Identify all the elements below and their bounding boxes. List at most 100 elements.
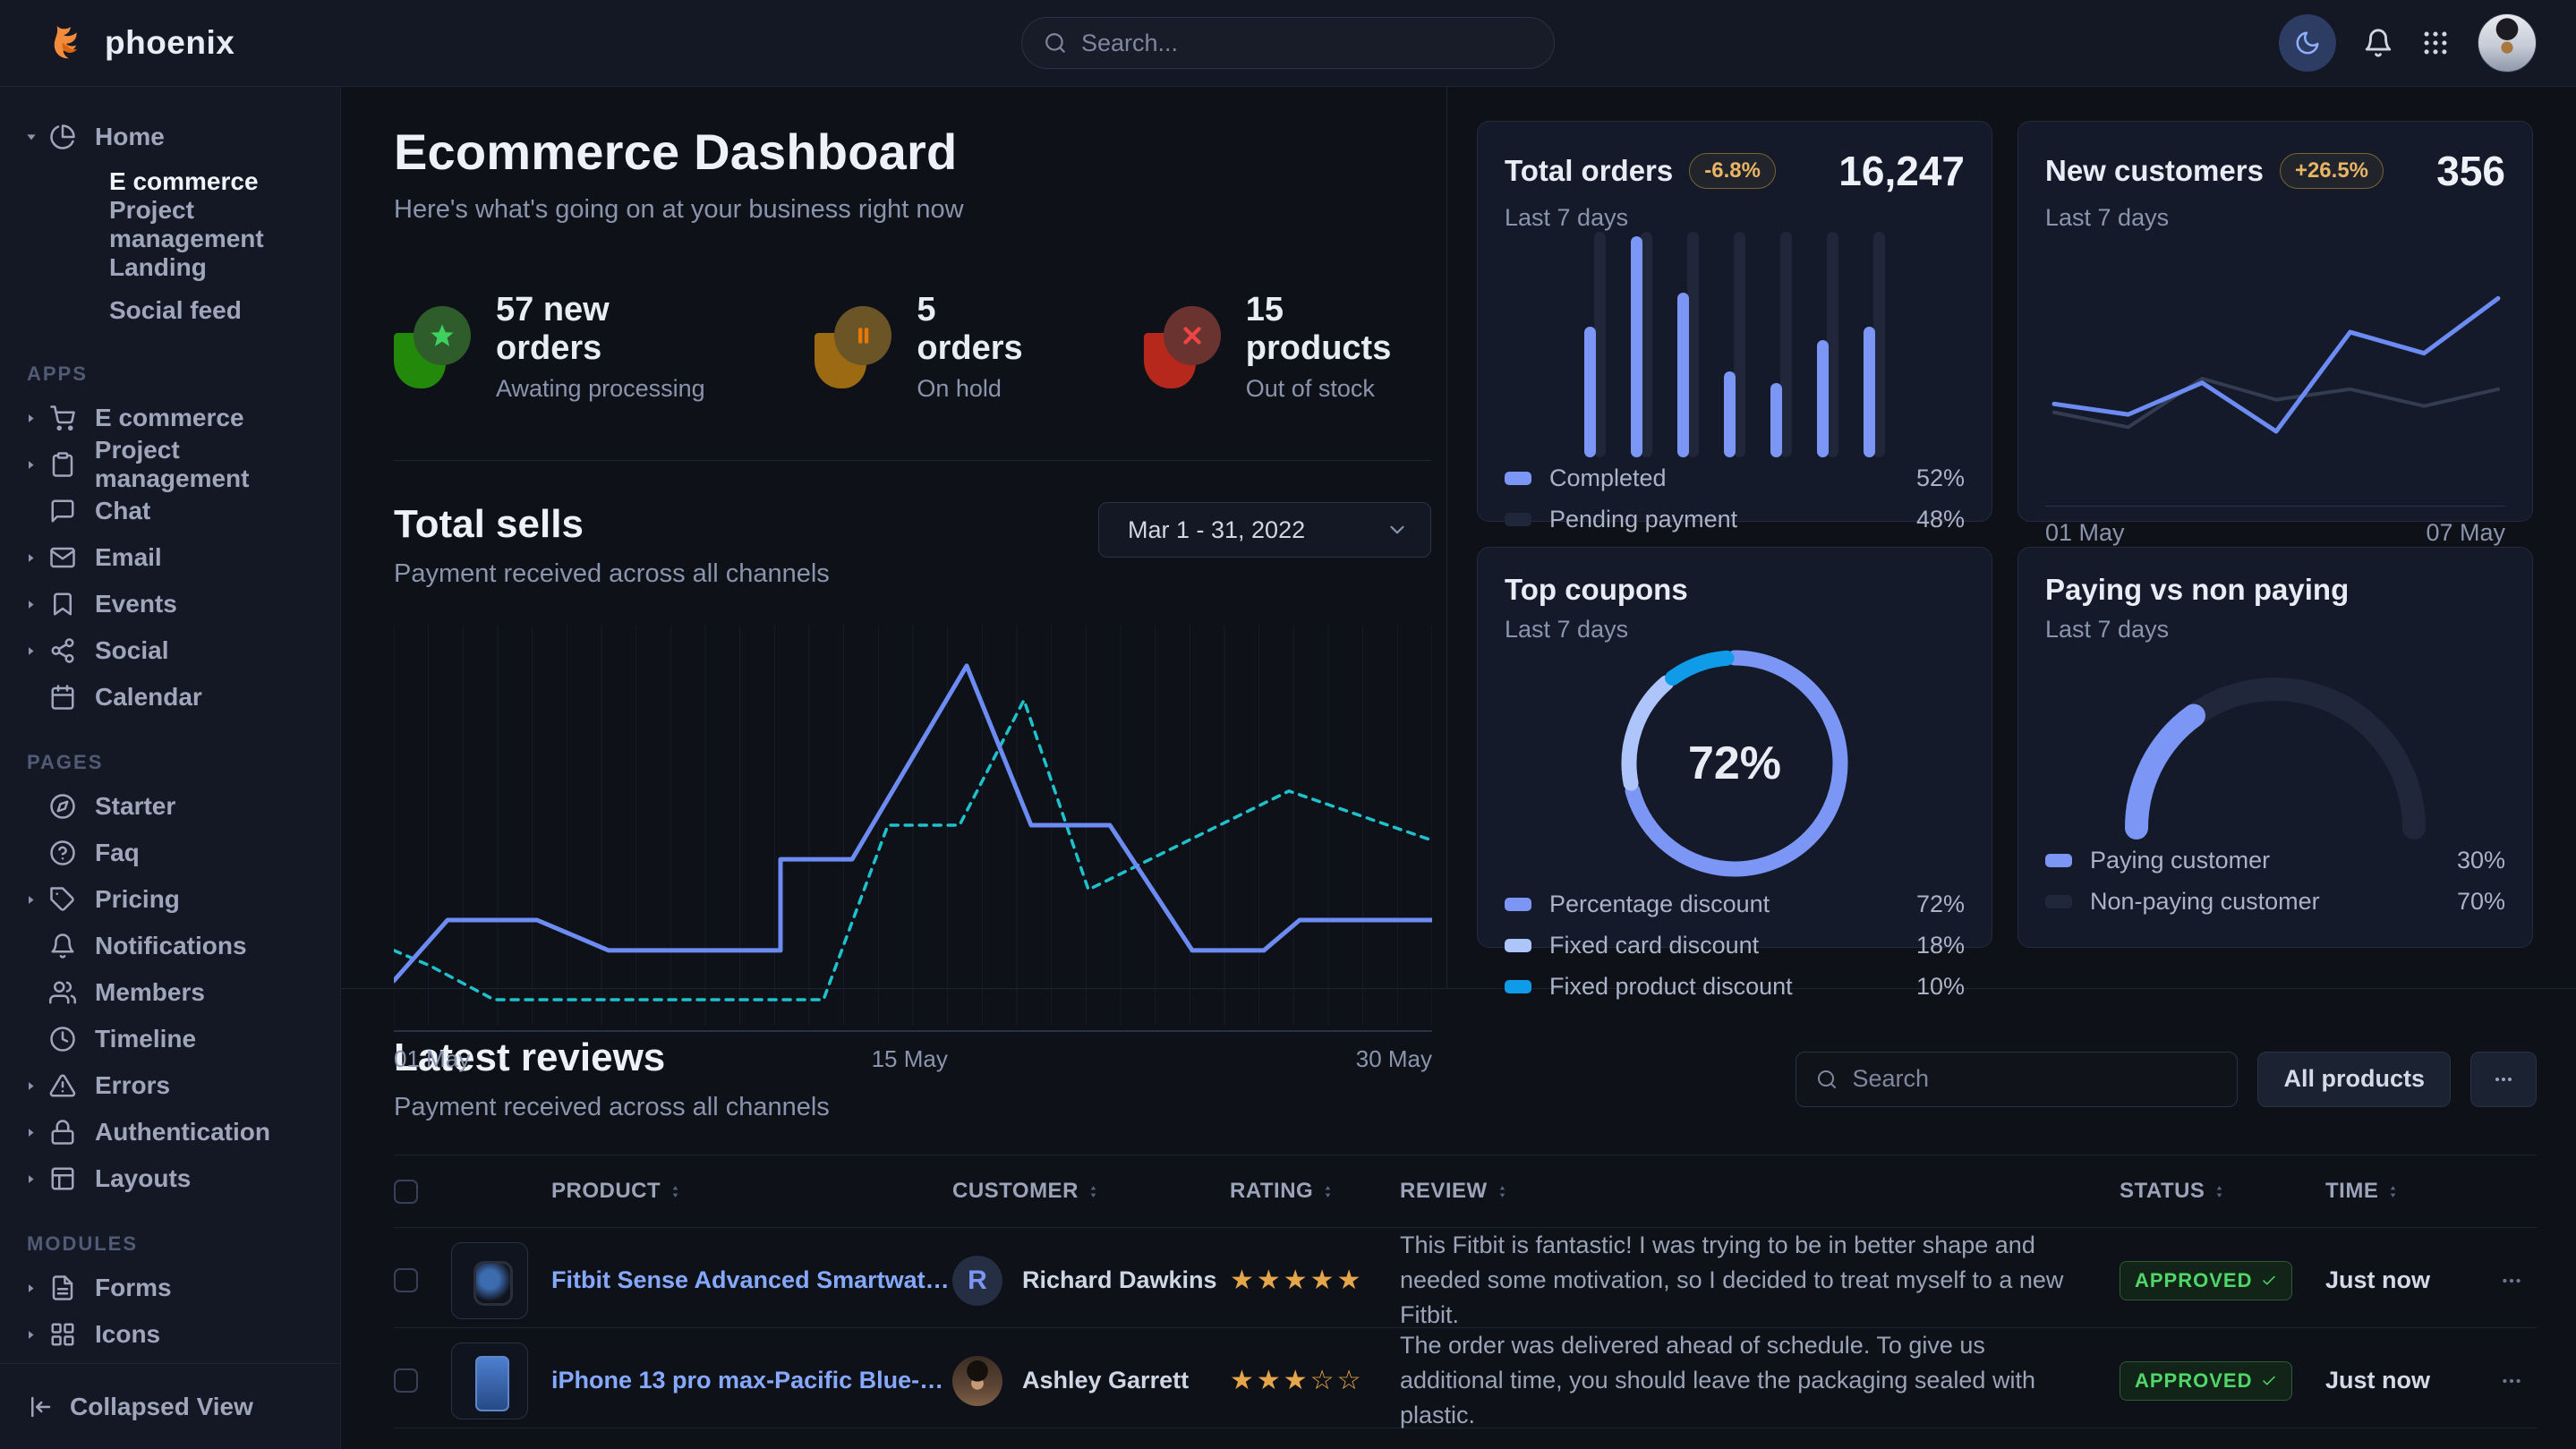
user-avatar[interactable] <box>2478 13 2537 72</box>
global-search[interactable] <box>1021 17 1555 69</box>
product-link[interactable]: Fitbit Sense Advanced Smartwatch with To… <box>551 1265 952 1296</box>
search-icon <box>1044 31 1067 55</box>
x-tick: 07 May <box>2426 519 2505 547</box>
page-title: Ecommerce Dashboard <box>394 123 1431 181</box>
date-range-select[interactable]: Mar 1 - 31, 2022 <box>1098 502 1431 558</box>
product-link[interactable]: iPhone 13 pro max-Pacific Blue-128GB sto… <box>551 1365 952 1396</box>
sidebar-item-project-management[interactable]: Project management <box>0 441 340 488</box>
sidebar-sections: APPS E commerce Project management Chat … <box>0 332 340 1363</box>
order-bar <box>1817 232 1838 457</box>
card-caption: Last 7 days <box>1505 616 1965 644</box>
sidebar-item-calendar[interactable]: Calendar <box>0 674 340 720</box>
brand-name: phoenix <box>105 24 235 62</box>
column-header-review[interactable]: REVIEW <box>1400 1179 2120 1204</box>
total-sells-header: Total sells Payment received across all … <box>394 502 1431 589</box>
order-bar <box>1584 232 1606 457</box>
theme-toggle-button[interactable] <box>2279 14 2336 72</box>
order-bar <box>1631 232 1652 457</box>
clipboard-icon <box>49 451 80 478</box>
sidebar-item-pricing[interactable]: Pricing <box>0 876 340 923</box>
sidebar-item-icons[interactable]: Icons <box>0 1311 340 1358</box>
notifications-button[interactable] <box>2363 28 2393 58</box>
apps-grid-button[interactable] <box>2420 28 2451 58</box>
status-badge: APPROVED <box>2120 1261 2292 1300</box>
legend-swatch <box>1505 472 1531 485</box>
chat-icon <box>49 498 80 524</box>
sidebar-item-notifications[interactable]: Notifications <box>0 923 340 969</box>
top-coupons-card: Top coupons Last 7 days 72% Percentage d… <box>1477 547 1992 948</box>
reviews-search[interactable] <box>1796 1052 2238 1107</box>
bell-icon <box>2363 28 2393 58</box>
sidebar-item-errors[interactable]: Errors <box>0 1062 340 1109</box>
sort-icon <box>668 1184 683 1199</box>
column-header-product[interactable]: PRODUCT <box>451 1179 952 1204</box>
global-search-input[interactable] <box>1081 30 1532 57</box>
sort-icon <box>2385 1184 2401 1199</box>
more-options-button[interactable] <box>2470 1052 2537 1107</box>
card-caption: Last 7 days <box>1505 204 1965 232</box>
legend-row: Non-paying customer 70% <box>2045 881 2505 922</box>
column-header-rating[interactable]: RATING <box>1230 1179 1400 1204</box>
column-header-customer[interactable]: CUSTOMER <box>952 1179 1230 1204</box>
sidebar-section-label: MODULES <box>0 1202 340 1265</box>
row-checkbox[interactable] <box>394 1368 418 1393</box>
tag-icon <box>49 886 80 913</box>
review-row: iPhone 13 pro max-Pacific Blue-128GB sto… <box>394 1328 2537 1428</box>
coupons-donut-chart: 72% <box>1505 644 1965 883</box>
paying-card: Paying vs non paying Last 7 days Paying … <box>2017 547 2533 948</box>
row-more-button[interactable] <box>2486 1369 2537 1393</box>
caret-right-icon <box>24 551 44 565</box>
customer-avatar <box>952 1356 1002 1406</box>
sidebar-item-events[interactable]: Events <box>0 581 340 627</box>
sidebar-item-e-commerce[interactable]: E commerce <box>0 395 340 441</box>
collapsed-view-toggle[interactable]: Collapsed View <box>0 1363 340 1449</box>
sort-icon <box>1086 1184 1101 1199</box>
sidebar-item-starter[interactable]: Starter <box>0 783 340 830</box>
trend-badge: +26.5% <box>2280 153 2384 189</box>
sidebar-item-forms[interactable]: Forms <box>0 1265 340 1311</box>
ellipsis-icon <box>2493 1069 2514 1090</box>
stats-row: 57 new orders Awating processing 5 order… <box>394 291 1431 403</box>
dashboard-cards-column: Total orders -6.8% 16,247 Last 7 days <box>1447 87 2576 988</box>
card-title: New customers <box>2045 154 2264 188</box>
sidebar-item-social[interactable]: Social <box>0 627 340 674</box>
card-caption: Last 7 days <box>2045 616 2505 644</box>
stat-item: 57 new orders Awating processing <box>394 291 716 403</box>
sidebar-item-home[interactable]: Home <box>0 114 340 160</box>
row-checkbox[interactable] <box>394 1268 418 1292</box>
sidebar-item-members[interactable]: Members <box>0 969 340 1016</box>
sidebar-subitem-social-feed[interactable]: Social feed <box>0 289 340 332</box>
dashboard-left-column: Ecommerce Dashboard Here's what's going … <box>341 87 1447 988</box>
row-more-button[interactable] <box>2486 1269 2537 1292</box>
select-all-checkbox[interactable] <box>394 1180 418 1204</box>
card-value: 16,247 <box>1838 147 1965 195</box>
stat-item: 5 orders On hold <box>815 291 1045 403</box>
stat-icon <box>394 306 471 388</box>
caret-right-icon <box>24 1079 44 1093</box>
sidebar-subitem-project-management[interactable]: Project management <box>0 203 340 246</box>
brand[interactable]: phoenix <box>49 22 235 64</box>
date-range-value: Mar 1 - 31, 2022 <box>1128 516 1305 544</box>
sidebar-item-timeline[interactable]: Timeline <box>0 1016 340 1062</box>
total-sells-x-axis: 01 May 15 May 30 May <box>394 1045 1432 1081</box>
legend-row: Fixed product discount 10% <box>1505 966 1965 1007</box>
column-header-status[interactable]: STATUS <box>2120 1179 2325 1204</box>
x-tick: 15 May <box>872 1045 948 1073</box>
order-bar <box>1864 232 1885 457</box>
navbar-actions <box>2279 13 2537 72</box>
pie-chart-icon <box>49 124 80 150</box>
legend-swatch <box>1505 513 1531 526</box>
all-products-button[interactable]: All products <box>2257 1052 2451 1107</box>
column-header-time[interactable]: TIME <box>2325 1179 2486 1204</box>
sidebar-item-chat[interactable]: Chat <box>0 488 340 534</box>
sidebar-item-layouts[interactable]: Layouts <box>0 1155 340 1202</box>
sidebar-item-faq[interactable]: Faq <box>0 830 340 876</box>
sidebar-item-authentication[interactable]: Authentication <box>0 1109 340 1155</box>
divider <box>394 460 1431 461</box>
order-bar <box>1677 232 1699 457</box>
reviews-search-input[interactable] <box>1852 1065 2217 1093</box>
sidebar-item-email[interactable]: Email <box>0 534 340 581</box>
total-sells-subtitle: Payment received across all channels <box>394 559 830 589</box>
reviews-subtitle: Payment received across all channels <box>394 1093 830 1122</box>
collapse-arrow-icon <box>27 1394 54 1420</box>
